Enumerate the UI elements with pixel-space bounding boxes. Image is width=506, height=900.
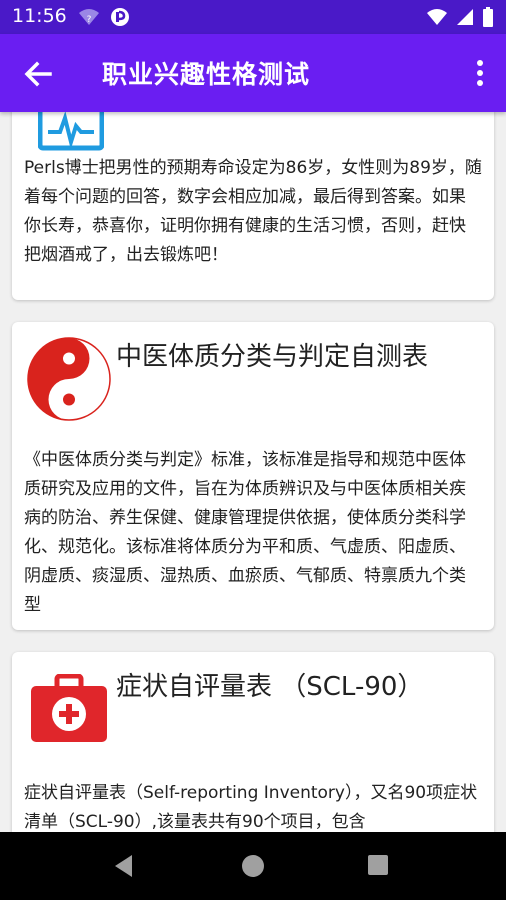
system-nav-bar (0, 832, 506, 900)
card-description: 症状自评量表（Self-reporting Inventory），又名90项症状… (24, 783, 478, 832)
svg-text:?: ? (87, 15, 92, 25)
wifi-question-icon: ? (79, 9, 99, 25)
card-description: Perls博士把男性的预期寿命设定为86岁，女性则为89岁，随着每个问题的回答，… (24, 158, 482, 265)
more-vertical-icon[interactable] (474, 58, 486, 88)
card-title: 症状自评量表 （SCL-90） (116, 672, 424, 702)
test-list: Perls博士把男性的预期寿命设定为86岁，女性则为89岁，随着每个问题的回答，… (0, 112, 506, 832)
first-aid-kit-icon (31, 674, 107, 742)
test-card-scl90[interactable]: 症状自评量表 （SCL-90） 症状自评量表（Self-reporting In… (12, 652, 494, 832)
yin-yang-icon (27, 337, 111, 421)
nav-home-icon[interactable] (242, 855, 264, 877)
test-card-tcm-constitution[interactable]: 中医体质分类与判定自测表 《中医体质分类与判定》标准，该标准是指导和规范中医体质… (12, 322, 494, 630)
heart-monitor-icon (38, 112, 104, 151)
nav-back-icon[interactable] (114, 854, 134, 878)
arrow-left-icon[interactable] (22, 58, 54, 90)
page-title: 职业兴趣性格测试 (102, 60, 311, 89)
app-notification-icon (111, 8, 129, 26)
status-bar: 11:56 ? (0, 0, 506, 34)
battery-icon (483, 7, 493, 27)
wifi-icon (427, 9, 447, 25)
status-time: 11:56 (12, 5, 67, 27)
card-description: 《中医体质分类与判定》标准，该标准是指导和规范中医体质研究及应用的文件，旨在为体… (24, 450, 466, 615)
card-title: 中医体质分类与判定自测表 (116, 342, 429, 372)
app-bar: 职业兴趣性格测试 (0, 34, 506, 112)
signal-icon (457, 9, 473, 25)
test-card-life-expectancy[interactable]: Perls博士把男性的预期寿命设定为86岁，女性则为89岁，随着每个问题的回答，… (12, 112, 494, 300)
nav-recents-icon[interactable] (368, 855, 388, 875)
